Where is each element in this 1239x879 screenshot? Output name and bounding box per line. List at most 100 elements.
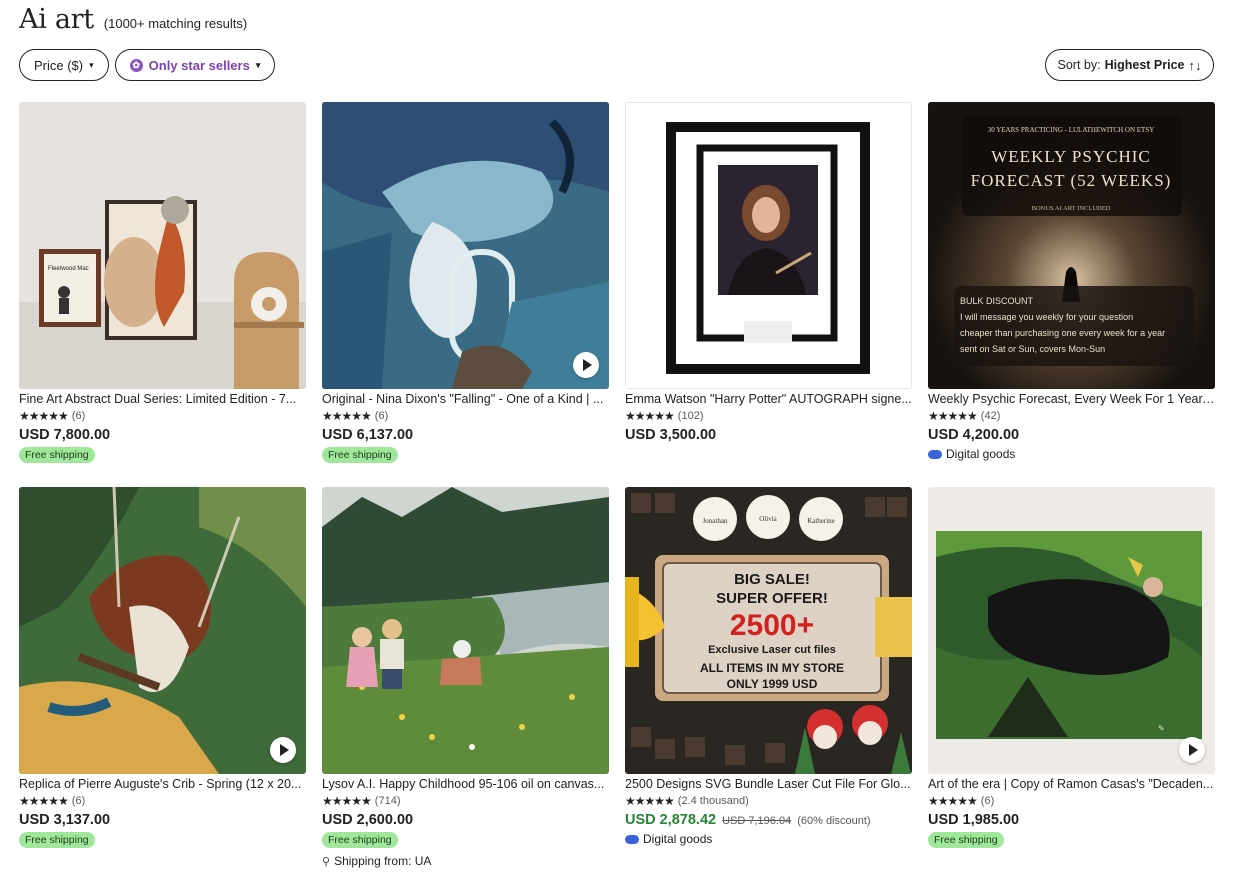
product-title[interactable]: Weekly Psychic Forecast, Every Week For … [928, 392, 1215, 406]
star-rating-icon: ★★★★★ [19, 794, 69, 808]
product-image[interactable]: ✎ [928, 487, 1215, 774]
review-count: (2.4 thousand) [677, 795, 749, 807]
product-card[interactable]: Replica of Pierre Auguste's Crib - Sprin… [19, 487, 306, 872]
product-card[interactable]: ✎ Art of the era | Copy of Ramon Casas's… [928, 487, 1215, 872]
sort-button[interactable]: Sort by: Highest Price ↑↓ [1045, 49, 1214, 81]
product-price: USD 3,500.00 [625, 427, 717, 443]
product-image[interactable] [322, 487, 609, 774]
product-price: USD 3,137.00 [19, 812, 111, 828]
chevron-down-icon: ▾ [89, 59, 94, 70]
svg-text:sent on Sat or Sun, covers Mon: sent on Sat or Sun, covers Mon-Sun [960, 344, 1105, 354]
product-title[interactable]: Emma Watson "Harry Potter" AUTOGRAPH sig… [625, 392, 912, 406]
star-rating-icon: ★★★★★ [928, 794, 978, 808]
review-count: (714) [374, 795, 401, 807]
product-rating: ★★★★★ (102) [625, 409, 912, 423]
product-price: USD 7,800.00 [19, 427, 111, 443]
search-header: Ai art (1000+ matching results) [19, 4, 247, 36]
review-count: (6) [980, 795, 995, 807]
page-title: Ai art [19, 4, 94, 35]
filter-bar: Price ($) ▾ ✿ Only star sellers ▾ [19, 49, 276, 81]
shipping-origin: ⚲ Shipping from: UA [322, 854, 432, 868]
sort-prefix: Sort by: [1057, 58, 1101, 72]
video-play-icon[interactable] [270, 737, 296, 763]
svg-text:ONLY 1999 USD: ONLY 1999 USD [727, 677, 818, 691]
svg-text:Olivia: Olivia [759, 515, 777, 523]
svg-text:FORECAST (52 WEEKS): FORECAST (52 WEEKS) [971, 171, 1172, 190]
original-price: USD 7,196.04 [722, 815, 792, 827]
product-grid: Fleetwood Mac Fine Art Abstract Dual Ser… [19, 102, 1215, 872]
price-filter-label: Price ($) [34, 57, 84, 73]
product-card[interactable]: Lysov A.I. Happy Childhood 95-106 oil on… [322, 487, 609, 872]
product-image[interactable] [625, 102, 912, 389]
product-price: USD 1,985.00 [928, 812, 1020, 828]
video-play-icon[interactable] [1179, 737, 1205, 763]
review-count: (6) [71, 410, 86, 422]
product-title[interactable]: Lysov A.I. Happy Childhood 95-106 oil on… [322, 777, 609, 791]
cloud-download-icon [625, 834, 639, 844]
svg-text:30 YEARS PRACTICING - LULATHEW: 30 YEARS PRACTICING - LULATHEWITCH ON ET… [988, 126, 1155, 134]
product-title[interactable]: Original - Nina Dixon's "Falling" - One … [322, 392, 609, 406]
star-rating-icon: ★★★★★ [625, 794, 675, 808]
svg-text:BIG SALE!: BIG SALE! [734, 571, 810, 588]
product-image[interactable]: 30 YEARS PRACTICING - LULATHEWITCH ON ET… [928, 102, 1215, 389]
product-rating: ★★★★★ (6) [322, 409, 609, 423]
product-rating: ★★★★★ (6) [19, 794, 306, 808]
cloud-download-icon [928, 449, 942, 459]
product-title[interactable]: 2500 Designs SVG Bundle Laser Cut File F… [625, 777, 912, 791]
product-price: USD 2,878.42 USD 7,196.04 (60% discount) [625, 812, 912, 828]
product-image[interactable] [322, 102, 609, 389]
star-rating-icon: ★★★★★ [322, 409, 372, 423]
product-card[interactable]: Jonathan Olivia Katherine BIG SALE! SUPE… [625, 487, 912, 872]
svg-text:Katherine: Katherine [807, 517, 835, 525]
svg-text:BULK DISCOUNT: BULK DISCOUNT [960, 296, 1034, 306]
svg-text:Jonathan: Jonathan [703, 517, 728, 525]
product-rating: ★★★★★ (6) [928, 794, 1215, 808]
free-shipping-badge: Free shipping [322, 832, 398, 848]
fleetwood-text: Fleetwood Mac [48, 266, 89, 272]
product-rating: ★★★★★ (6) [19, 409, 306, 423]
product-title[interactable]: Fine Art Abstract Dual Series: Limited E… [19, 392, 306, 406]
svg-text:SUPER OFFER!: SUPER OFFER! [716, 590, 828, 607]
up-down-arrows-icon: ↑↓ [1188, 57, 1202, 73]
free-shipping-badge: Free shipping [928, 832, 1004, 848]
product-image[interactable]: Jonathan Olivia Katherine BIG SALE! SUPE… [625, 487, 912, 774]
product-card[interactable]: Original - Nina Dixon's "Falling" - One … [322, 102, 609, 487]
product-price: USD 4,200.00 [928, 427, 1020, 443]
product-rating: ★★★★★ (2.4 thousand) [625, 794, 912, 808]
free-shipping-badge: Free shipping [322, 447, 398, 463]
price-filter-button[interactable]: Price ($) ▾ [19, 49, 109, 81]
svg-text:cheaper than purchasing one ev: cheaper than purchasing one every week f… [960, 328, 1165, 338]
review-count: (6) [71, 795, 86, 807]
star-seller-icon: ✿ [129, 58, 143, 72]
star-seller-filter-button[interactable]: ✿ Only star sellers ▾ [114, 49, 276, 81]
location-pin-icon: ⚲ [322, 855, 331, 868]
star-rating-icon: ★★★★★ [19, 409, 69, 423]
svg-text:WEEKLY PSYCHIC: WEEKLY PSYCHIC [991, 147, 1150, 166]
product-card[interactable]: Emma Watson "Harry Potter" AUTOGRAPH sig… [625, 102, 912, 487]
star-seller-label: Only star sellers [148, 57, 250, 73]
digital-goods-label: Digital goods [625, 832, 912, 846]
product-image[interactable] [19, 487, 306, 774]
svg-text:BONUS AI ART INCLUDED: BONUS AI ART INCLUDED [1032, 205, 1111, 212]
product-rating: ★★★★★ (42) [928, 409, 1215, 423]
free-shipping-badge: Free shipping [19, 447, 95, 463]
product-title[interactable]: Art of the era | Copy of Ramon Casas's "… [928, 777, 1215, 791]
video-play-icon[interactable] [573, 352, 599, 378]
svg-text:ALL ITEMS IN MY STORE: ALL ITEMS IN MY STORE [700, 661, 844, 675]
product-card[interactable]: 30 YEARS PRACTICING - LULATHEWITCH ON ET… [928, 102, 1215, 487]
product-price: USD 2,600.00 [322, 812, 414, 828]
sale-price: USD 2,878.42 [625, 812, 717, 828]
product-image[interactable]: Fleetwood Mac [19, 102, 306, 389]
product-title[interactable]: Replica of Pierre Auguste's Crib - Sprin… [19, 777, 306, 791]
review-count: (42) [980, 410, 1001, 422]
sort-value: Highest Price [1104, 58, 1185, 72]
svg-text:✎: ✎ [1158, 724, 1165, 733]
product-rating: ★★★★★ (714) [322, 794, 609, 808]
digital-goods-label: Digital goods [928, 447, 1215, 461]
review-count: (102) [677, 410, 704, 422]
star-rating-icon: ★★★★★ [625, 409, 675, 423]
product-card[interactable]: Fleetwood Mac Fine Art Abstract Dual Ser… [19, 102, 306, 487]
svg-text:I will message you weekly for: I will message you weekly for your quest… [960, 312, 1133, 322]
review-count: (6) [374, 410, 389, 422]
svg-text:2500+: 2500+ [730, 609, 814, 642]
